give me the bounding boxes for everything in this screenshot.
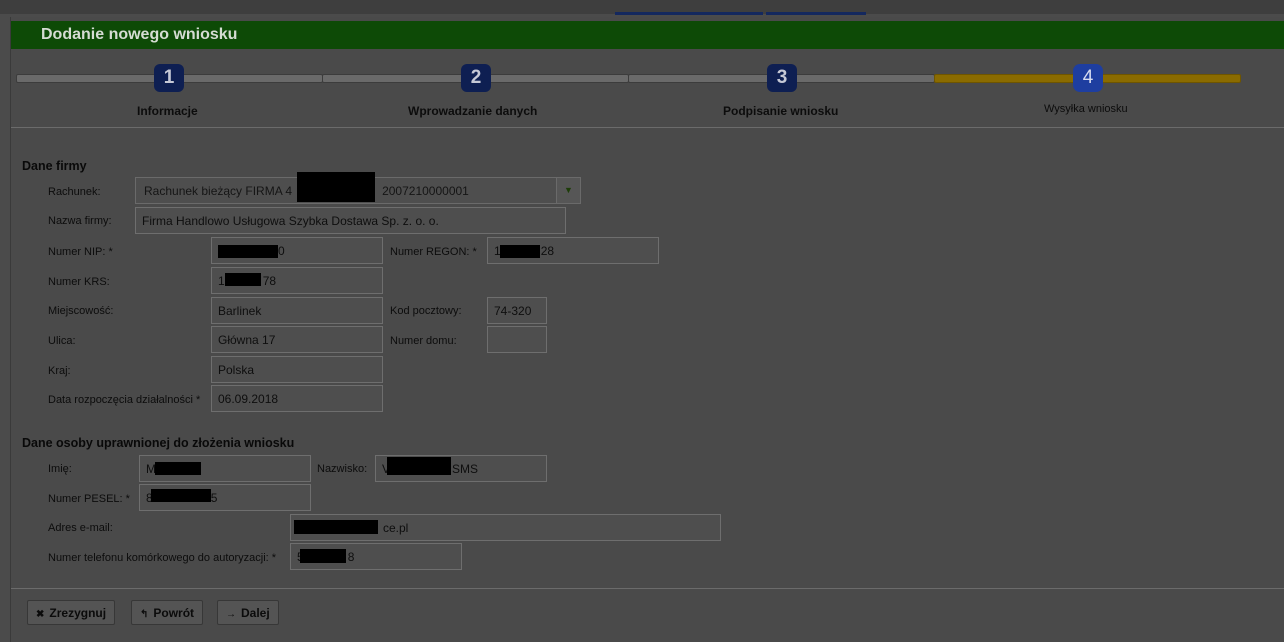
stepper-divider (11, 127, 1284, 128)
redaction-block (225, 273, 261, 286)
postal-code-label: Kod pocztowy: (390, 305, 462, 317)
street-label: Ulica: (48, 335, 76, 347)
next-button-label: Dalej (241, 606, 270, 620)
redaction-block (387, 457, 451, 475)
step-2-badge: 2 (461, 64, 491, 92)
application-form-panel: Dodanie nowego wniosku 1 2 3 4 Informacj… (10, 17, 1284, 642)
regon-label: Numer REGON: * (390, 246, 477, 258)
cancel-button[interactable]: ✖ Zrezygnuj (27, 600, 116, 625)
phone-value-suffix: 8 (347, 550, 355, 564)
page-title: Dodanie nowego wniosku (41, 26, 238, 43)
account-label: Rachunek: (48, 186, 101, 198)
step-1-label: Informacje (137, 104, 198, 118)
account-value-prefix: Rachunek bieżący FIRMA 4 (144, 184, 293, 198)
redaction-block (218, 245, 278, 258)
person-section-title: Dane osoby uprawnionej do złożenia wnios… (22, 436, 295, 450)
pesel-label: Numer PESEL: * (48, 493, 130, 505)
krs-value-prefix: 1 (218, 274, 225, 288)
undo-arrow-icon: ↰ (140, 609, 149, 620)
step-3-label: Podpisanie wniosku (723, 104, 839, 118)
top-tab-indicator (766, 12, 866, 15)
krs-label: Numer KRS: (48, 276, 110, 288)
nip-label: Numer NIP: * (48, 246, 113, 258)
close-icon: ✖ (36, 609, 45, 620)
postal-code-field[interactable]: 74-320 (487, 297, 547, 324)
account-value-suffix: 2007210000001 (382, 184, 469, 198)
browser-top-strip (0, 0, 1284, 15)
step-1-badge: 1 (154, 64, 184, 92)
step-2-label: Wprowadzanie danych (408, 104, 538, 118)
last-name-label: Nazwisko: (317, 463, 368, 475)
last-name-value-suffix: SMS (452, 462, 479, 476)
company-name-field[interactable]: Firma Handlowo Usługowa Szybka Dostawa S… (135, 207, 566, 234)
arrow-right-icon: → (226, 609, 236, 620)
cancel-button-label: Zrezygnuj (49, 606, 107, 620)
email-label: Adres e-mail: (48, 522, 113, 534)
redaction-block (500, 245, 540, 258)
step-3-badge: 3 (767, 64, 797, 92)
first-name-label: Imię: (48, 463, 72, 475)
button-bar-divider (11, 588, 1284, 589)
back-button[interactable]: ↰ Powrót (131, 600, 204, 625)
dropdown-arrow-icon[interactable]: ▼ (556, 178, 580, 203)
pesel-value-suffix: 5 (210, 491, 218, 505)
start-date-label: Data rozpoczęcia działalności * (48, 394, 201, 406)
house-number-field[interactable] (487, 326, 547, 353)
back-button-label: Powrót (153, 606, 195, 620)
start-date-field[interactable]: 06.09.2018 (211, 385, 383, 412)
city-field[interactable]: Barlinek (211, 297, 383, 324)
redaction-block (297, 172, 375, 202)
redaction-block (151, 489, 211, 502)
house-number-label: Numer domu: (390, 335, 457, 347)
redaction-block (300, 549, 346, 563)
krs-value-suffix: 78 (262, 274, 277, 288)
page-header: Dodanie nowego wniosku (11, 21, 1284, 49)
redaction-block (155, 462, 201, 475)
phone-label: Numer telefonu komórkowego do autoryzacj… (48, 552, 277, 564)
top-tab-indicator (615, 12, 763, 15)
step-4-label: Wysyłka wniosku (1044, 103, 1128, 115)
company-name-label: Nazwa firmy: (48, 215, 112, 227)
city-label: Miejscowość: (48, 305, 114, 317)
regon-value-suffix: 28 (540, 244, 555, 258)
redaction-block (294, 520, 378, 534)
country-field[interactable]: Polska (211, 356, 383, 383)
next-button[interactable]: → Dalej (217, 600, 279, 625)
step-4-badge: 4 (1073, 64, 1103, 92)
country-label: Kraj: (48, 365, 71, 377)
street-field[interactable]: Główna 17 (211, 326, 383, 353)
company-section-title: Dane firmy (22, 159, 87, 173)
